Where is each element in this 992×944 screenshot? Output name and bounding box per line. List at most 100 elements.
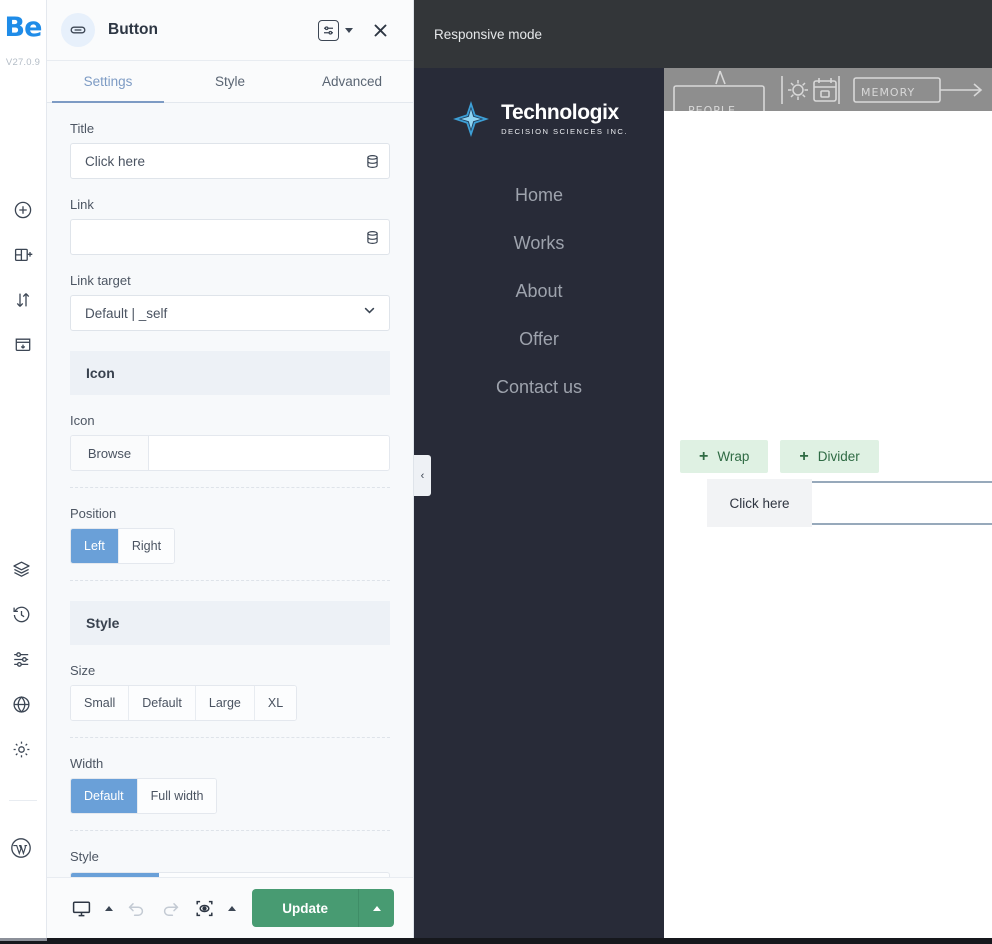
update-button[interactable]: Update (252, 889, 394, 927)
style-label: Style (70, 849, 99, 864)
svg-text:PEOPLE: PEOPLE (688, 104, 736, 111)
section-divider (70, 830, 390, 831)
wordpress-icon[interactable] (9, 836, 33, 860)
sliders-box-icon[interactable] (318, 19, 339, 41)
add-wrap-label: Wrap (717, 449, 750, 464)
width-group: Width Default Full width (47, 756, 413, 814)
chevron-down-icon[interactable] (345, 27, 353, 33)
link-label: Link (70, 197, 94, 212)
size-label: Size (70, 663, 96, 678)
size-option-xl[interactable]: XL (254, 686, 297, 720)
section-divider (70, 737, 390, 738)
section-divider (70, 580, 390, 581)
site-sidebar-nav: Technologix DECISION SCIENCES INC. Home … (414, 68, 664, 938)
gear-icon[interactable] (9, 737, 33, 761)
title-field-group: Title (47, 121, 413, 179)
panel-header-actions (318, 17, 393, 43)
site-logo[interactable]: Technologix DECISION SCIENCES INC. (450, 98, 628, 140)
tab-settings[interactable]: Settings (47, 61, 169, 102)
link-target-select[interactable]: Default | _self (70, 295, 390, 331)
title-input-wrap[interactable] (70, 143, 390, 179)
builder-app: Be V27.0.9 Button Settings Style Advance… (0, 0, 992, 944)
link-target-field-group: Link target Default | _self (47, 273, 413, 331)
width-segmented-control: Default Full width (70, 778, 218, 814)
size-option-large[interactable]: Large (195, 686, 255, 720)
icon-browse-value[interactable] (149, 436, 389, 470)
site-nav-links: Home Works About Offer Contact us (496, 176, 582, 406)
database-icon[interactable] (355, 220, 389, 254)
plus-icon: + (699, 447, 709, 465)
page-title: Button (108, 21, 158, 38)
icon-position-group: Position Left Right (47, 506, 413, 564)
site-content-canvas: PEOPLE MEMORY + Wrap + Divider Click her… (664, 68, 992, 938)
undo-icon[interactable] (126, 898, 147, 919)
size-option-default[interactable]: Default (129, 686, 196, 720)
style-option-active[interactable] (71, 873, 159, 877)
close-icon[interactable] (367, 17, 393, 43)
globe-icon[interactable] (9, 692, 33, 716)
position-option-right[interactable]: Right (118, 529, 175, 563)
add-wrap-button[interactable]: + Wrap (680, 440, 769, 473)
add-circle-icon[interactable] (11, 198, 35, 222)
site-nav-item-home[interactable]: Home (515, 176, 563, 214)
panel-collapse-handle[interactable]: ‹ (414, 455, 431, 496)
brand-tagline: DECISION SCIENCES INC. (501, 127, 628, 137)
update-caret-up-icon[interactable] (358, 889, 394, 927)
style-section-header: Style (70, 601, 390, 645)
site-nav-item-about[interactable]: About (515, 272, 562, 310)
desktop-icon[interactable] (71, 898, 92, 919)
reorder-arrows-icon[interactable] (11, 288, 35, 312)
insert-template-icon[interactable] (11, 333, 35, 357)
tab-advanced[interactable]: Advanced (291, 61, 413, 102)
preview-caret-up-icon[interactable] (228, 905, 236, 911)
site-logo-text: Technologix DECISION SCIENCES INC. (501, 100, 628, 137)
icon-section-header: Icon (70, 351, 390, 395)
link-target-label: Link target (70, 273, 131, 288)
title-input[interactable] (85, 144, 355, 178)
title-label: Title (70, 121, 95, 136)
style-segmented-control[interactable] (70, 872, 390, 877)
sketch-banner-image: PEOPLE MEMORY (664, 68, 992, 111)
chevron-down-icon (362, 303, 377, 323)
panel-footer-toolbar: Update (47, 877, 413, 938)
position-option-left[interactable]: Left (71, 529, 119, 563)
style-group: Style (47, 849, 413, 864)
scrollbar-thumb[interactable] (0, 938, 47, 941)
link-input[interactable] (85, 220, 355, 254)
panel-header: Button (47, 0, 413, 61)
history-icon[interactable] (9, 602, 33, 626)
icon-field-group: Icon Browse (47, 413, 413, 471)
size-group: Size Small Default Large XL (47, 663, 413, 721)
rail-divider (9, 800, 37, 801)
layers-icon[interactable] (9, 557, 33, 581)
preview-eye-icon[interactable] (194, 898, 215, 919)
link-input-wrap[interactable] (70, 219, 390, 255)
bottom-scrollbar-strip[interactable] (0, 938, 992, 944)
browse-button[interactable]: Browse (71, 436, 149, 470)
tab-style[interactable]: Style (169, 61, 291, 102)
redo-icon[interactable] (160, 898, 181, 919)
rail-bottom-group (9, 557, 37, 860)
site-nav-item-contact-us[interactable]: Contact us (496, 368, 582, 406)
left-icon-rail: Be V27.0.9 (0, 0, 47, 938)
add-divider-button[interactable]: + Divider (780, 440, 879, 473)
selected-element-outline: Click here (707, 479, 992, 527)
width-option-default[interactable]: Default (71, 779, 138, 813)
brizy-logo[interactable]: Be (5, 14, 43, 41)
panel-tabs: Settings Style Advanced (47, 61, 413, 103)
position-segmented-control: Left Right (70, 528, 176, 564)
site-nav-item-offer[interactable]: Offer (519, 320, 559, 358)
position-label: Position (70, 506, 117, 521)
site-nav-item-works[interactable]: Works (514, 224, 565, 262)
add-columns-icon[interactable] (11, 243, 35, 267)
device-caret-up-icon[interactable] (105, 905, 113, 911)
site-preview: Technologix DECISION SCIENCES INC. Home … (414, 68, 992, 938)
sliders-icon[interactable] (9, 647, 33, 671)
element-settings-panel: Button Settings Style Advanced Title Cli… (47, 0, 414, 938)
section-divider (70, 487, 390, 488)
click-here-button[interactable]: Click here (707, 479, 812, 527)
database-icon[interactable] (355, 144, 389, 178)
brand-name: Technologix (501, 100, 619, 124)
size-option-small[interactable]: Small (71, 686, 130, 720)
width-option-full[interactable]: Full width (137, 779, 217, 813)
